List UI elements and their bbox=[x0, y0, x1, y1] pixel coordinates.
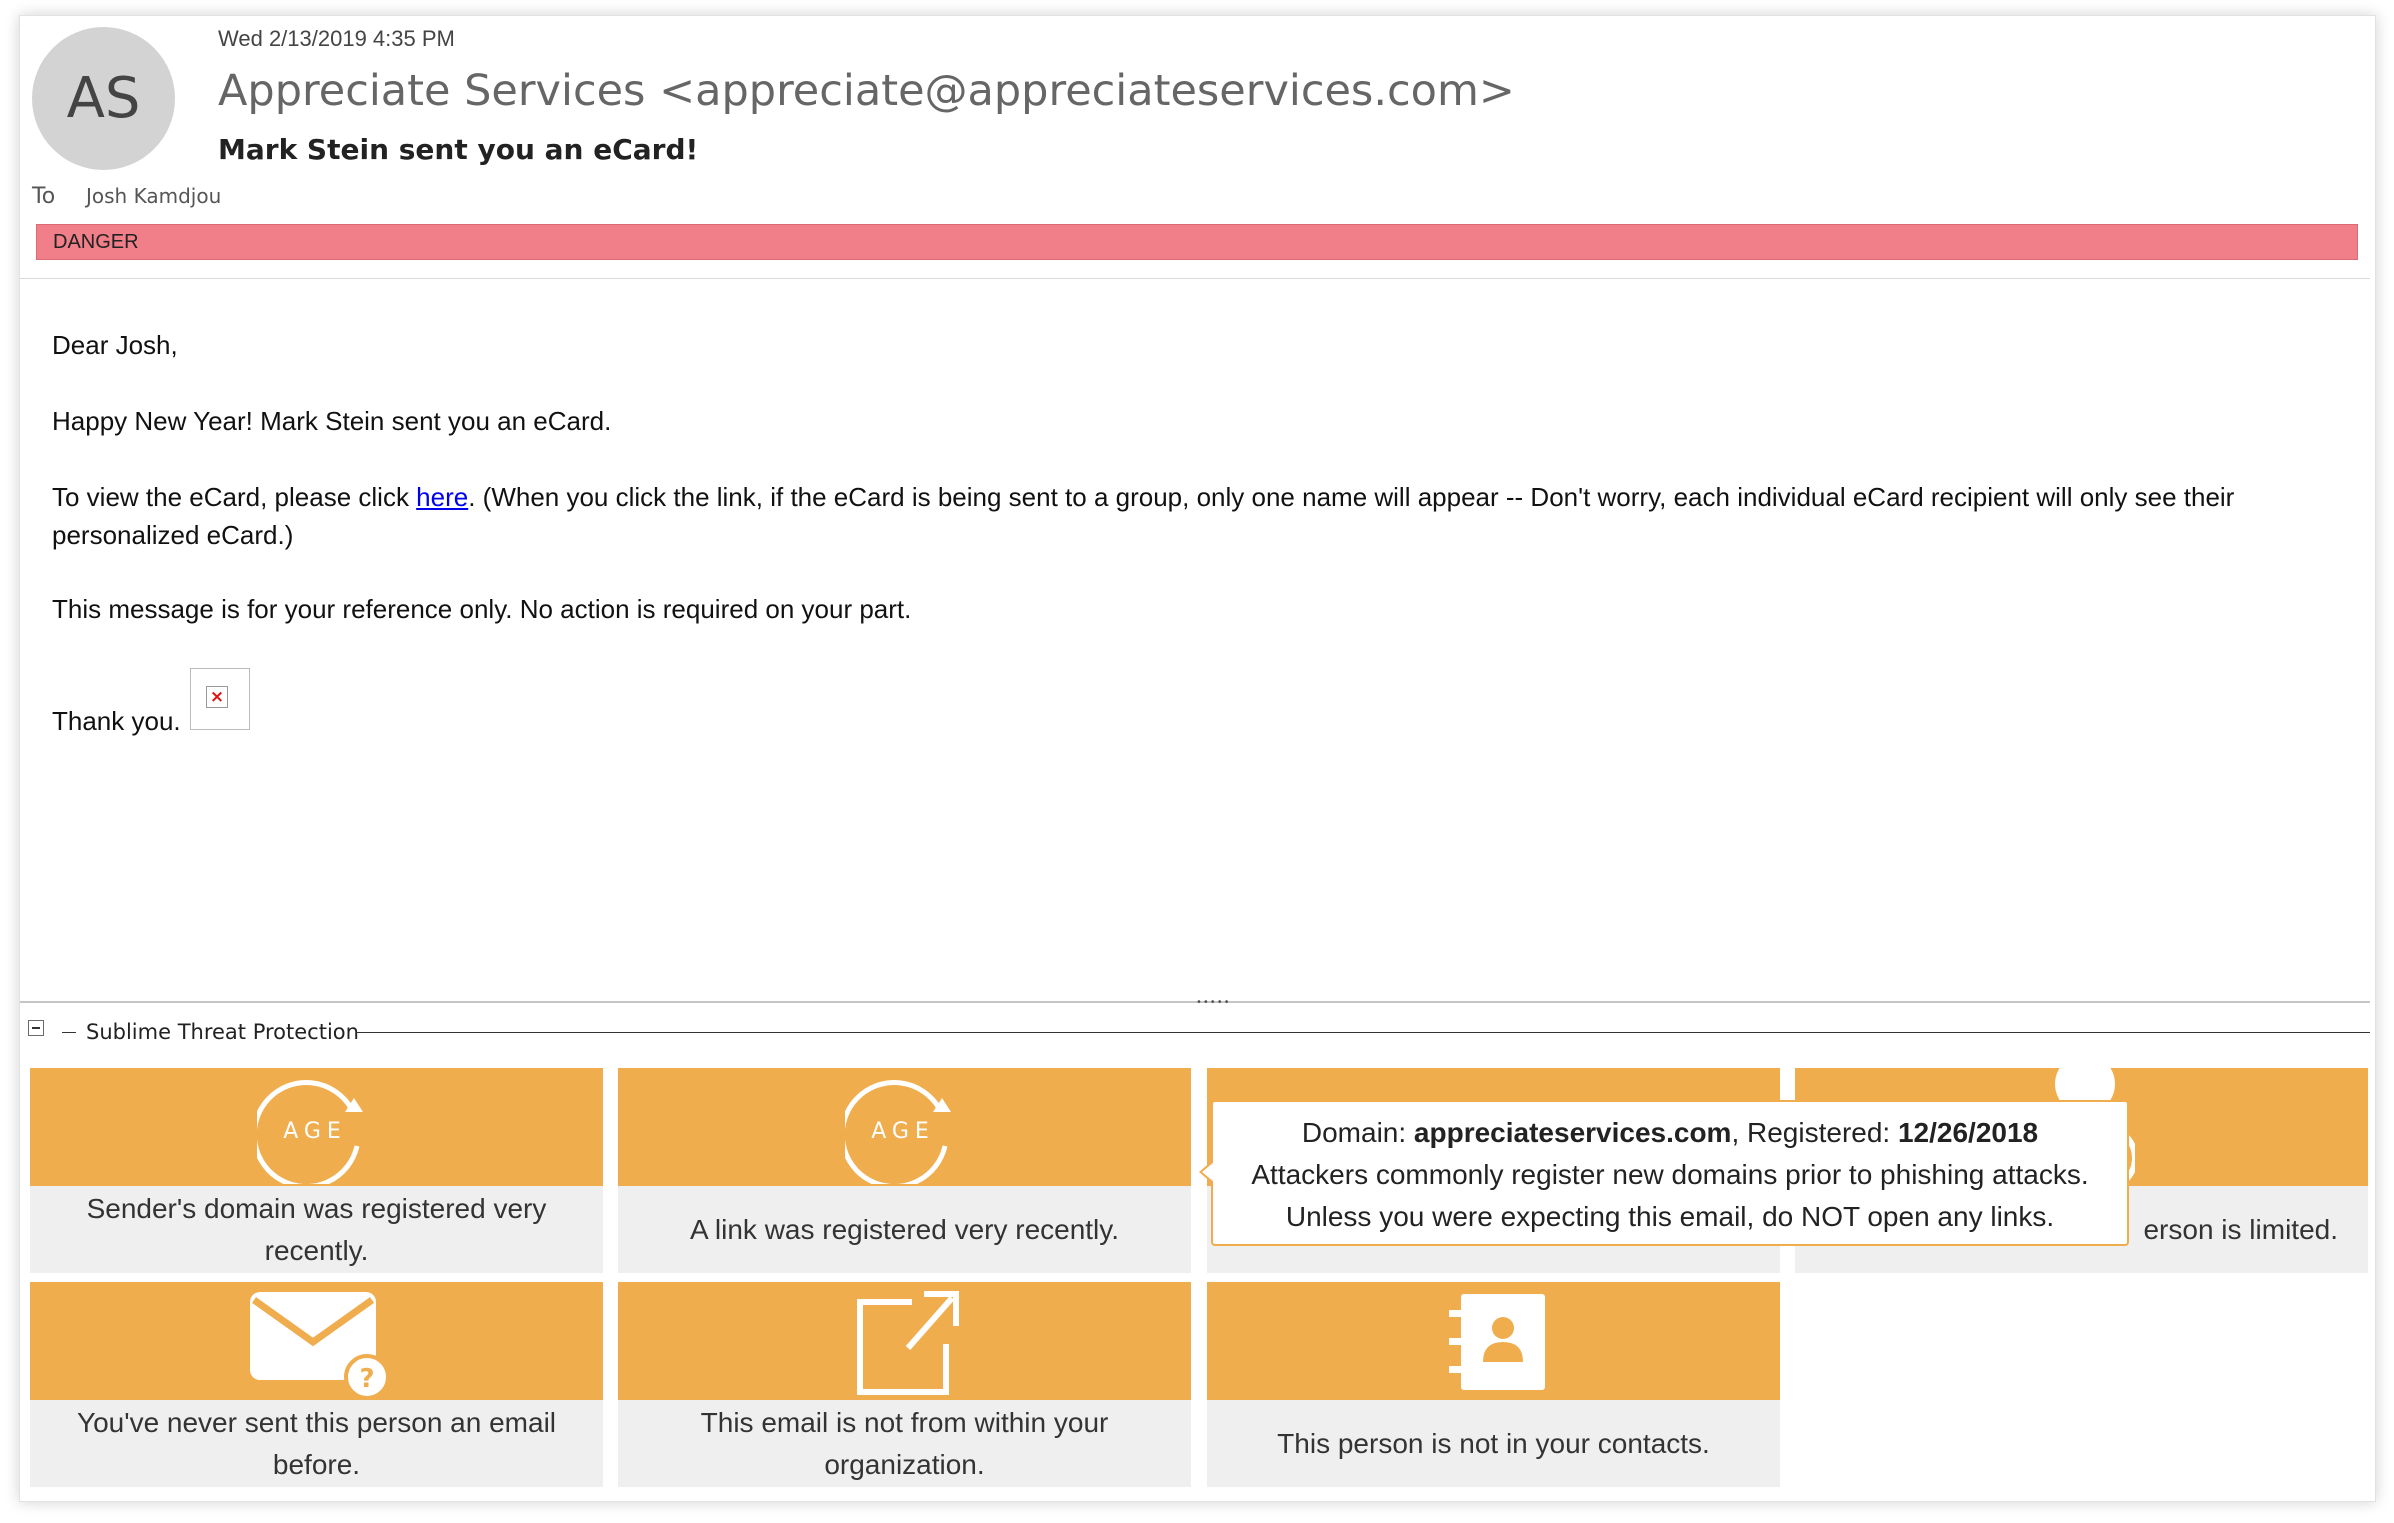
envelope-question-icon: ? bbox=[250, 1292, 390, 1400]
svg-text:?: ? bbox=[359, 1364, 374, 1394]
body-line-1: Happy New Year! Mark Stein sent you an e… bbox=[52, 406, 612, 436]
tooltip-line-3: Unless you were expecting this email, do… bbox=[1285, 1201, 2055, 1232]
email-subject: Mark Stein sent you an eCard! bbox=[218, 133, 699, 166]
section-dash bbox=[62, 1032, 76, 1033]
splitter-grip-icon[interactable]: ••••• bbox=[1196, 998, 1236, 1008]
domain-tooltip: Domain: appreciateservices.com, Register… bbox=[1199, 1100, 2129, 1246]
to-recipient[interactable]: Josh Kamdjou bbox=[86, 184, 221, 208]
card-label: Sender's domain was registered very rece… bbox=[86, 1192, 547, 1266]
card-label: This person is not in your contacts. bbox=[1277, 1427, 1710, 1459]
threat-card-sender-domain-age[interactable]: AGE Sender's domain was registered very … bbox=[30, 1068, 603, 1273]
body-line-4: This message is for your reference only.… bbox=[52, 594, 912, 624]
tooltip-line-1: Domain: appreciateservices.com, Register… bbox=[1213, 1112, 2127, 1154]
sender-avatar: AS bbox=[32, 27, 175, 170]
body-line-2-end: . (When you click the link, if the eCard… bbox=[468, 482, 2235, 512]
body-line-2-start: To view the eCard, please click bbox=[52, 482, 417, 512]
body-line-3: personalized eCard.) bbox=[52, 520, 294, 550]
card-label: This email is not from within your organ… bbox=[700, 1406, 1109, 1480]
email-sender[interactable]: Appreciate Services <appreciate@apprecia… bbox=[218, 66, 1515, 116]
age-icon: AGE bbox=[257, 1080, 363, 1184]
email-date: Wed 2/13/2019 4:35 PM bbox=[218, 26, 455, 51]
threat-card-external-org[interactable]: This email is not from within your organ… bbox=[618, 1282, 1191, 1487]
broken-image-icon: × bbox=[206, 686, 228, 708]
here-link[interactable]: here bbox=[416, 482, 468, 512]
age-icon-text: AGE bbox=[871, 1119, 935, 1144]
collapse-panel-button[interactable] bbox=[28, 1020, 44, 1036]
section-rule bbox=[356, 1032, 2370, 1033]
tooltip-domain: appreciateservices.com bbox=[1413, 1117, 1732, 1148]
threat-panel-title: Sublime Threat Protection bbox=[86, 1020, 359, 1044]
avatar-initials: AS bbox=[66, 66, 141, 131]
threat-card-never-emailed[interactable]: ? You've never sent this person an email… bbox=[30, 1282, 603, 1487]
tooltip-line-2: Attackers commonly register new domains … bbox=[1251, 1159, 2089, 1190]
contacts-book-icon bbox=[1449, 1294, 1545, 1390]
external-link-icon bbox=[857, 1291, 959, 1395]
body-closing: Thank you. bbox=[52, 706, 181, 736]
threat-card-link-age[interactable]: AGE A link was registered very recently. bbox=[618, 1068, 1191, 1273]
body-greeting: Dear Josh, bbox=[52, 330, 178, 360]
tooltip-registered-prefix: , Registered: bbox=[1731, 1117, 1898, 1148]
danger-banner: DANGER bbox=[36, 224, 2358, 260]
age-icon: AGE bbox=[845, 1080, 951, 1184]
tooltip-domain-prefix: Domain: bbox=[1301, 1117, 1414, 1148]
age-icon-text: AGE bbox=[283, 1119, 347, 1144]
to-label: To bbox=[32, 184, 56, 209]
tooltip-registered-date: 12/26/2018 bbox=[1897, 1117, 2039, 1148]
card-label: You've never sent this person an email b… bbox=[76, 1406, 557, 1480]
pane-splitter[interactable] bbox=[20, 1001, 2370, 1003]
threat-card-not-in-contacts[interactable]: This person is not in your contacts. bbox=[1207, 1282, 1780, 1487]
broken-image-placeholder: × bbox=[190, 668, 250, 730]
header-divider bbox=[20, 278, 2370, 279]
card-label: A link was registered very recently. bbox=[690, 1213, 1119, 1245]
body-line-2: To view the eCard, please click here. (W… bbox=[52, 478, 2234, 516]
